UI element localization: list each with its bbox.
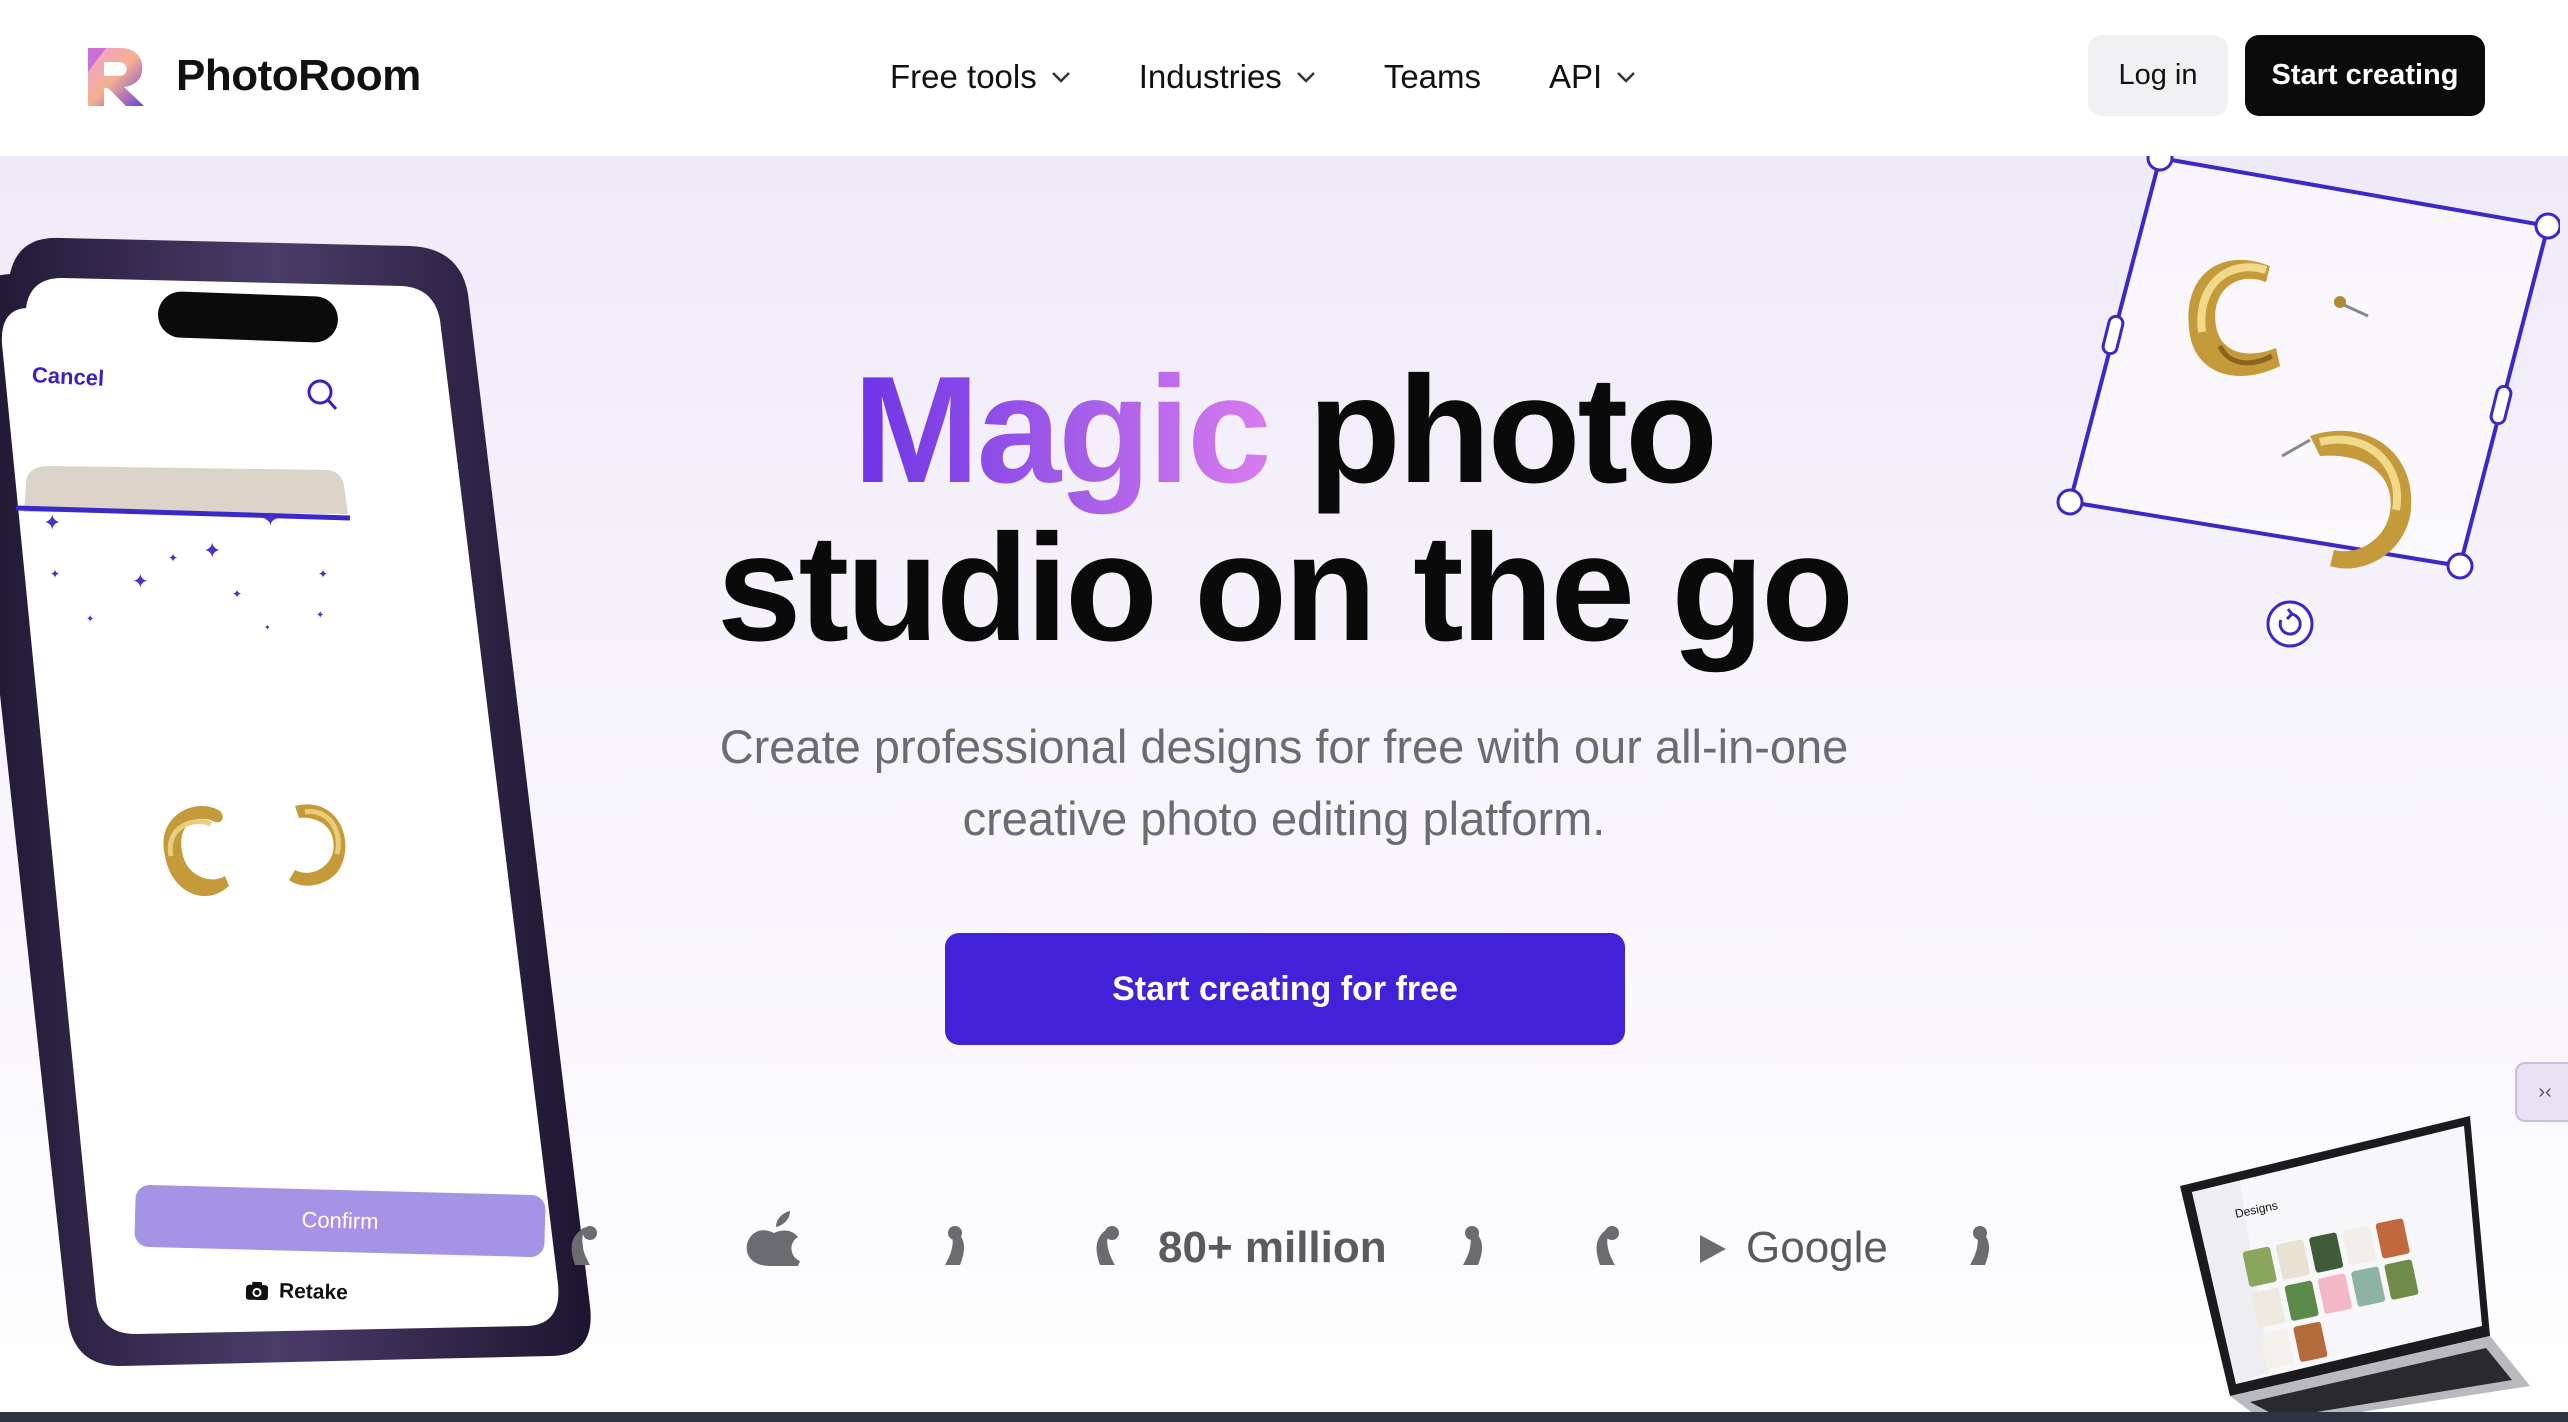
start-creating-button[interactable]: Start creating: [2245, 35, 2485, 116]
start-creating-for-free-button[interactable]: Start creating for free: [945, 933, 1625, 1045]
logo-mark-icon: [88, 48, 144, 106]
camera-icon: [245, 1281, 269, 1301]
chevron-down-icon: [1617, 72, 1636, 83]
headline-rest: photo: [1268, 345, 1718, 515]
main-nav: Free tools Industries Teams API: [890, 50, 1704, 104]
nav-item-label: API: [1549, 58, 1603, 95]
laurel-icon: [1463, 1226, 1483, 1265]
chevron-down-icon: [1051, 72, 1070, 83]
side-feedback-tab[interactable]: ›‹: [2515, 1062, 2568, 1122]
code-icon: ›‹: [2538, 1080, 2552, 1103]
nav-item-industries[interactable]: Industries: [1139, 50, 1316, 104]
nav-item-teams[interactable]: Teams: [1384, 50, 1481, 104]
nav-item-label: Teams: [1383, 58, 1482, 95]
login-button[interactable]: Log in: [2088, 35, 2228, 116]
headline-line2: studio on the go: [716, 503, 1854, 673]
laurel-icon: [1970, 1226, 1990, 1265]
brand-logo[interactable]: PhotoRoom: [82, 42, 421, 110]
window-bottom-edge: [0, 1412, 2568, 1422]
rotate-icon: [2266, 600, 2314, 648]
nav-item-label: Free tools: [890, 58, 1037, 95]
brand-name: PhotoRoom: [176, 51, 421, 100]
earring-selection-card: [2056, 156, 2560, 648]
laurel-icon: [945, 1226, 965, 1265]
apple-icon: [746, 1211, 800, 1266]
google-play-label: Google: [1746, 1223, 1888, 1272]
nav-item-free-tools[interactable]: Free tools: [890, 50, 1071, 104]
nav-item-api[interactable]: API: [1549, 50, 1636, 104]
top-navbar: PhotoRoom Free tools Industries Teams AP…: [0, 0, 2568, 156]
retake-label: Retake: [278, 1279, 349, 1305]
laurel-icon: [1596, 1226, 1619, 1265]
laptop-mockup: Designs: [2180, 1116, 2530, 1422]
laurel-icon: [1096, 1226, 1119, 1265]
nav-item-label: Industries: [1138, 58, 1282, 95]
phone-retake-button: Retake: [245, 1279, 348, 1306]
google-play-icon: [1700, 1235, 1726, 1263]
users-count-text: 80+ million: [1158, 1223, 1387, 1272]
laurel-icon: [571, 1226, 597, 1265]
headline-accent: Magic: [852, 345, 1272, 515]
chevron-down-icon: [1296, 72, 1315, 83]
hero-subtitle: Create professional designs for free wit…: [719, 720, 1849, 845]
